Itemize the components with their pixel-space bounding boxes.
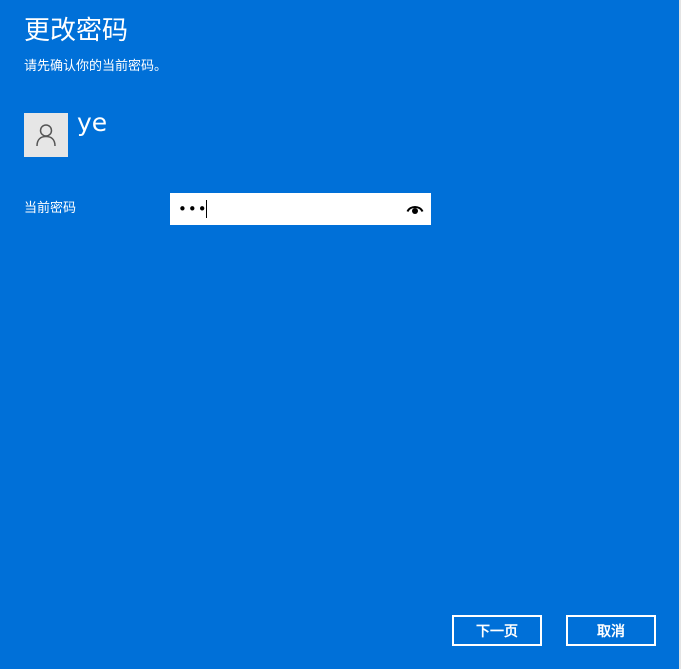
person-icon bbox=[36, 124, 56, 147]
page-title: 更改密码 bbox=[24, 16, 129, 46]
reveal-password-button[interactable] bbox=[403, 197, 427, 221]
current-password-label: 当前密码 bbox=[24, 201, 77, 216]
cancel-button[interactable]: 取消 bbox=[566, 615, 656, 646]
text-caret bbox=[206, 200, 207, 218]
current-password-box[interactable] bbox=[170, 193, 431, 225]
current-password-input[interactable] bbox=[170, 193, 398, 225]
avatar bbox=[24, 113, 68, 157]
next-button[interactable]: 下一页 bbox=[452, 615, 542, 646]
user-name: ye bbox=[77, 108, 108, 137]
eye-icon bbox=[406, 206, 424, 214]
page-subtitle: 请先确认你的当前密码。 bbox=[24, 59, 168, 74]
